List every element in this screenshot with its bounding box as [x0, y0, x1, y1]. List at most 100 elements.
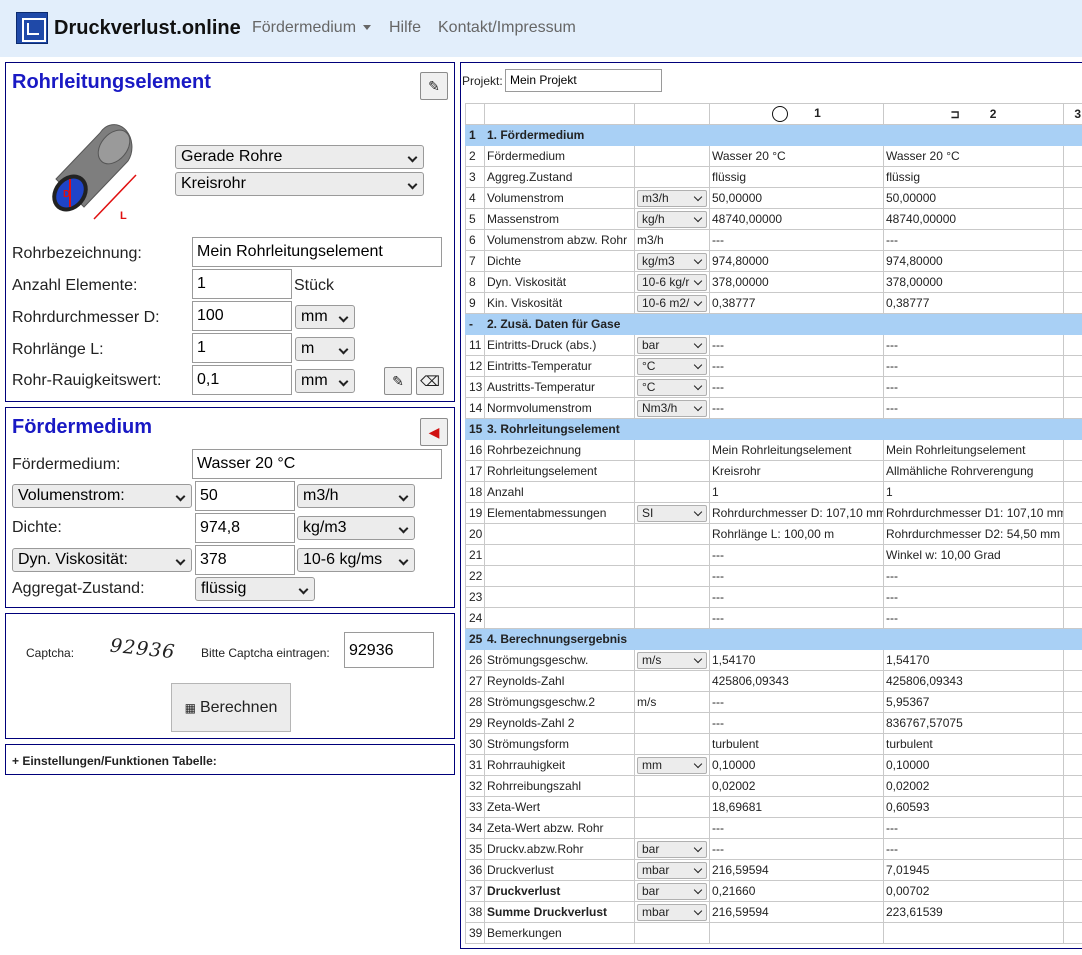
row-number-cell: 18 — [465, 481, 485, 503]
section-empty-cell — [883, 628, 1064, 650]
row-number-cell: 9 — [465, 292, 485, 314]
row-number-cell: 7 — [465, 250, 485, 272]
pipe-name-input[interactable]: Mein Rohrleitungselement — [192, 237, 442, 267]
nav-kontakt[interactable]: Kontakt/Impressum — [438, 19, 576, 37]
row-label-cell: Reynolds-Zahl 2 — [484, 712, 635, 734]
settings-toggle[interactable]: + Einstellungen/Funktionen Tabelle: — [12, 754, 217, 768]
nav-foerdermedium-dropdown[interactable]: Fördermedium — [252, 19, 372, 37]
unit-select-value: m3/h — [642, 190, 669, 205]
flow-unit-select[interactable]: m3/h — [297, 484, 415, 508]
value-cell-2: 1,54170 — [883, 649, 1064, 671]
unit-select-value: Nm3/h — [642, 400, 678, 415]
caret-down-icon — [363, 25, 372, 31]
row-unit-cell: 10-6 m2/ — [634, 292, 710, 314]
settings-panel[interactable]: + Einstellungen/Funktionen Tabelle: — [5, 744, 455, 775]
row-number-cell: 29 — [465, 712, 485, 734]
chevron-down-icon — [693, 255, 703, 264]
value-cell-3 — [1063, 502, 1082, 524]
project-input[interactable]: Mein Projekt — [505, 69, 662, 92]
value-cell-2: Rohrdurchmesser D1: 107,10 mm — [883, 502, 1064, 524]
unit-select[interactable]: mbar — [637, 861, 707, 879]
roughness-help-button[interactable]: ✎ — [384, 367, 412, 395]
length-unit-select[interactable]: m — [295, 337, 355, 361]
value-cell-3 — [1063, 649, 1082, 671]
value-cell-2: 50,00000 — [883, 187, 1064, 209]
row-number-cell: 31 — [465, 754, 485, 776]
density-label: Dichte: — [12, 519, 62, 536]
help-pencil-button[interactable]: ✎ — [420, 72, 448, 100]
viscosity-unit-select[interactable]: 10-6 kg/ms — [297, 548, 415, 572]
row-unit-cell: bar — [634, 838, 710, 860]
unit-select[interactable]: °C — [637, 378, 707, 396]
row-label-cell: Dichte — [484, 250, 635, 272]
brand-link[interactable]: Druckverlust.online — [16, 12, 241, 44]
roughness-unit-select[interactable]: mm — [295, 369, 355, 393]
unit-select[interactable]: m/s — [637, 651, 707, 669]
unit-select[interactable]: mm — [637, 756, 707, 774]
unit-select[interactable]: °C — [637, 357, 707, 375]
flow-type-select[interactable]: Volumenstrom: — [12, 484, 192, 508]
chevron-down-icon — [693, 339, 703, 348]
row-number-cell: 25 — [465, 628, 485, 650]
diameter-input[interactable]: 100 — [192, 301, 292, 331]
roughness-input[interactable]: 0,1 — [192, 365, 292, 395]
unit-select[interactable]: 10-6 m2/ — [637, 294, 707, 312]
row-label-cell: Anzahl — [484, 481, 635, 503]
captcha-input[interactable]: 92936 — [344, 632, 434, 668]
row-unit-cell: kg/h — [634, 208, 710, 230]
density-unit-value: kg/m3 — [303, 519, 347, 536]
unit-select[interactable]: bar — [637, 882, 707, 900]
flow-input[interactable]: 50 — [195, 481, 295, 511]
value-cell-1: Mein Rohrleitungselement — [709, 439, 884, 461]
unit-select[interactable]: Nm3/h — [637, 399, 707, 417]
roughness-eraser-button[interactable]: ⌫ — [416, 367, 444, 395]
pencil-icon: ✎ — [392, 373, 404, 389]
element-shape-value: Kreisrohr — [181, 175, 246, 192]
results-panel: Projekt: Mein Projekt 1 ⊐ 2 3 1 1. Förderm… — [460, 62, 1082, 949]
chevron-down-icon — [693, 906, 703, 915]
row-label-cell: Strömungsgeschw. — [484, 649, 635, 671]
value-cell-3 — [1063, 859, 1082, 881]
length-label: Rohrlänge L: — [12, 341, 104, 358]
captcha-label: Captcha: — [26, 646, 75, 660]
calculate-button[interactable]: ▦ Berechnen — [171, 683, 291, 732]
nav-hilfe[interactable]: Hilfe — [389, 19, 421, 37]
value-cell-3 — [1063, 145, 1082, 167]
viscosity-type-select[interactable]: Dyn. Viskosität: — [12, 548, 192, 572]
count-input[interactable]: 1 — [192, 269, 292, 299]
chevron-down-icon — [693, 885, 703, 894]
value-cell-3 — [1063, 901, 1082, 923]
value-cell-2: --- — [883, 397, 1064, 419]
unit-select[interactable]: 10-6 kg/r — [637, 273, 707, 291]
element-type-select[interactable]: Gerade Rohre — [175, 145, 424, 169]
unit-select[interactable]: m3/h — [637, 189, 707, 207]
unit-select[interactable]: bar — [637, 840, 707, 858]
unit-select[interactable]: kg/m3 — [637, 252, 707, 270]
medium-panel: Fördermedium ◀ Fördermedium: Wasser 20 °… — [5, 407, 455, 608]
medium-back-button[interactable]: ◀ — [420, 418, 448, 446]
element-shape-select[interactable]: Kreisrohr — [175, 172, 424, 196]
density-input[interactable]: 974,8 — [195, 513, 295, 543]
length-input[interactable]: 1 — [192, 333, 292, 363]
unit-select-value: SI — [642, 505, 654, 520]
chevron-down-icon — [693, 276, 703, 285]
section-empty-cell — [634, 418, 710, 440]
unit-select[interactable]: bar — [637, 336, 707, 354]
value-cell-1: 0,10000 — [709, 754, 884, 776]
row-number-cell: 24 — [465, 607, 485, 629]
density-unit-select[interactable]: kg/m3 — [297, 516, 415, 540]
row-unit-cell — [634, 460, 710, 482]
viscosity-input[interactable]: 378 — [195, 545, 295, 575]
unit-select[interactable]: mbar — [637, 903, 707, 921]
unit-select[interactable]: kg/h — [637, 210, 707, 228]
value-cell-1: Wasser 20 °C — [709, 145, 884, 167]
value-cell-2: 0,00702 — [883, 880, 1064, 902]
table-row: 35 Druckv.abzw.Rohr bar --- --- — [465, 838, 1082, 860]
diameter-unit-select[interactable]: mm — [295, 305, 355, 329]
chevron-down-icon — [338, 376, 349, 387]
chevron-down-icon — [175, 555, 186, 566]
aggregate-select[interactable]: flüssig — [195, 577, 315, 601]
column-1-header: 1 — [709, 103, 884, 125]
medium-name-input[interactable]: Wasser 20 °C — [192, 449, 442, 479]
unit-select[interactable]: SI — [637, 504, 707, 522]
